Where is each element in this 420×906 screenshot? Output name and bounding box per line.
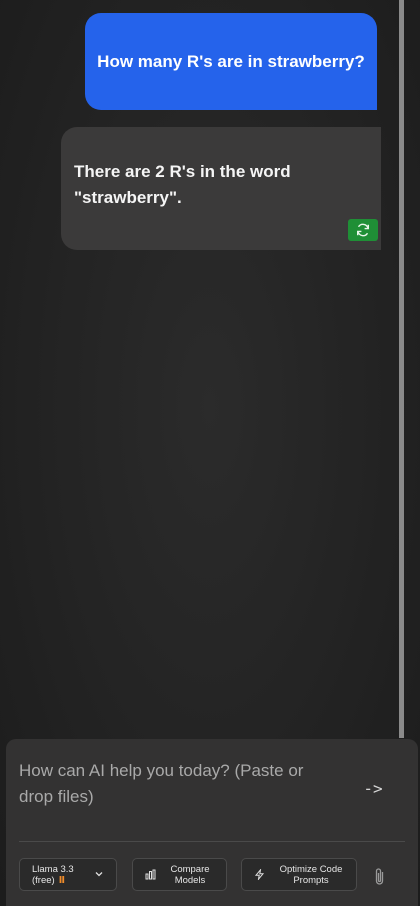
- chat-scrollbar[interactable]: [399, 0, 404, 738]
- input-placeholder-line-2: drop files): [19, 787, 94, 806]
- model-selector-button[interactable]: Llama 3.3 (free) Ⅱ: [19, 858, 117, 891]
- message-input[interactable]: How can AI help you today? (Paste or dro…: [19, 758, 339, 810]
- chevron-down-icon: [95, 872, 103, 877]
- optimize-label: Optimize Code Prompts: [270, 864, 352, 886]
- model-badge-icon: Ⅱ: [58, 875, 65, 886]
- composer-divider: [19, 841, 405, 842]
- optimize-label-line-1: Optimize Code: [279, 864, 343, 875]
- send-label: ->: [363, 778, 383, 798]
- user-message-bubble: How many R's are in strawberry?: [85, 13, 377, 110]
- refresh-icon: [357, 223, 369, 237]
- model-tier: (free): [32, 875, 55, 886]
- regenerate-button[interactable]: [348, 219, 378, 241]
- compare-models-button[interactable]: Compare Models: [132, 858, 227, 891]
- optimize-label-line-2: Prompts: [293, 875, 329, 886]
- chat-area: How many R's are in strawberry? There ar…: [0, 0, 400, 738]
- model-label: Llama 3.3 (free) Ⅱ: [32, 864, 74, 886]
- composer-panel: How can AI help you today? (Paste or dro…: [6, 739, 418, 906]
- compare-label-line-2: Models: [174, 875, 206, 886]
- model-name: Llama 3.3: [32, 864, 74, 875]
- compare-label-line-1: Compare: [170, 864, 210, 875]
- bar-chart-icon: [145, 869, 156, 880]
- assistant-message-bubble: There are 2 R's in the word "strawberry"…: [61, 127, 381, 250]
- assistant-message-line-2: "strawberry".: [74, 188, 182, 207]
- input-placeholder-line-1: How can AI help you today? (Paste or: [19, 761, 304, 780]
- send-button[interactable]: ->: [358, 776, 388, 800]
- compare-models-label: Compare Models: [161, 864, 219, 886]
- sparkle-icon: [254, 869, 265, 880]
- assistant-message-line-1: There are 2 R's in the word: [74, 162, 291, 181]
- paperclip-icon[interactable]: [372, 867, 388, 887]
- optimize-code-prompts-button[interactable]: Optimize Code Prompts: [241, 858, 357, 891]
- user-message-text: How many R's are in strawberry?: [97, 51, 365, 71]
